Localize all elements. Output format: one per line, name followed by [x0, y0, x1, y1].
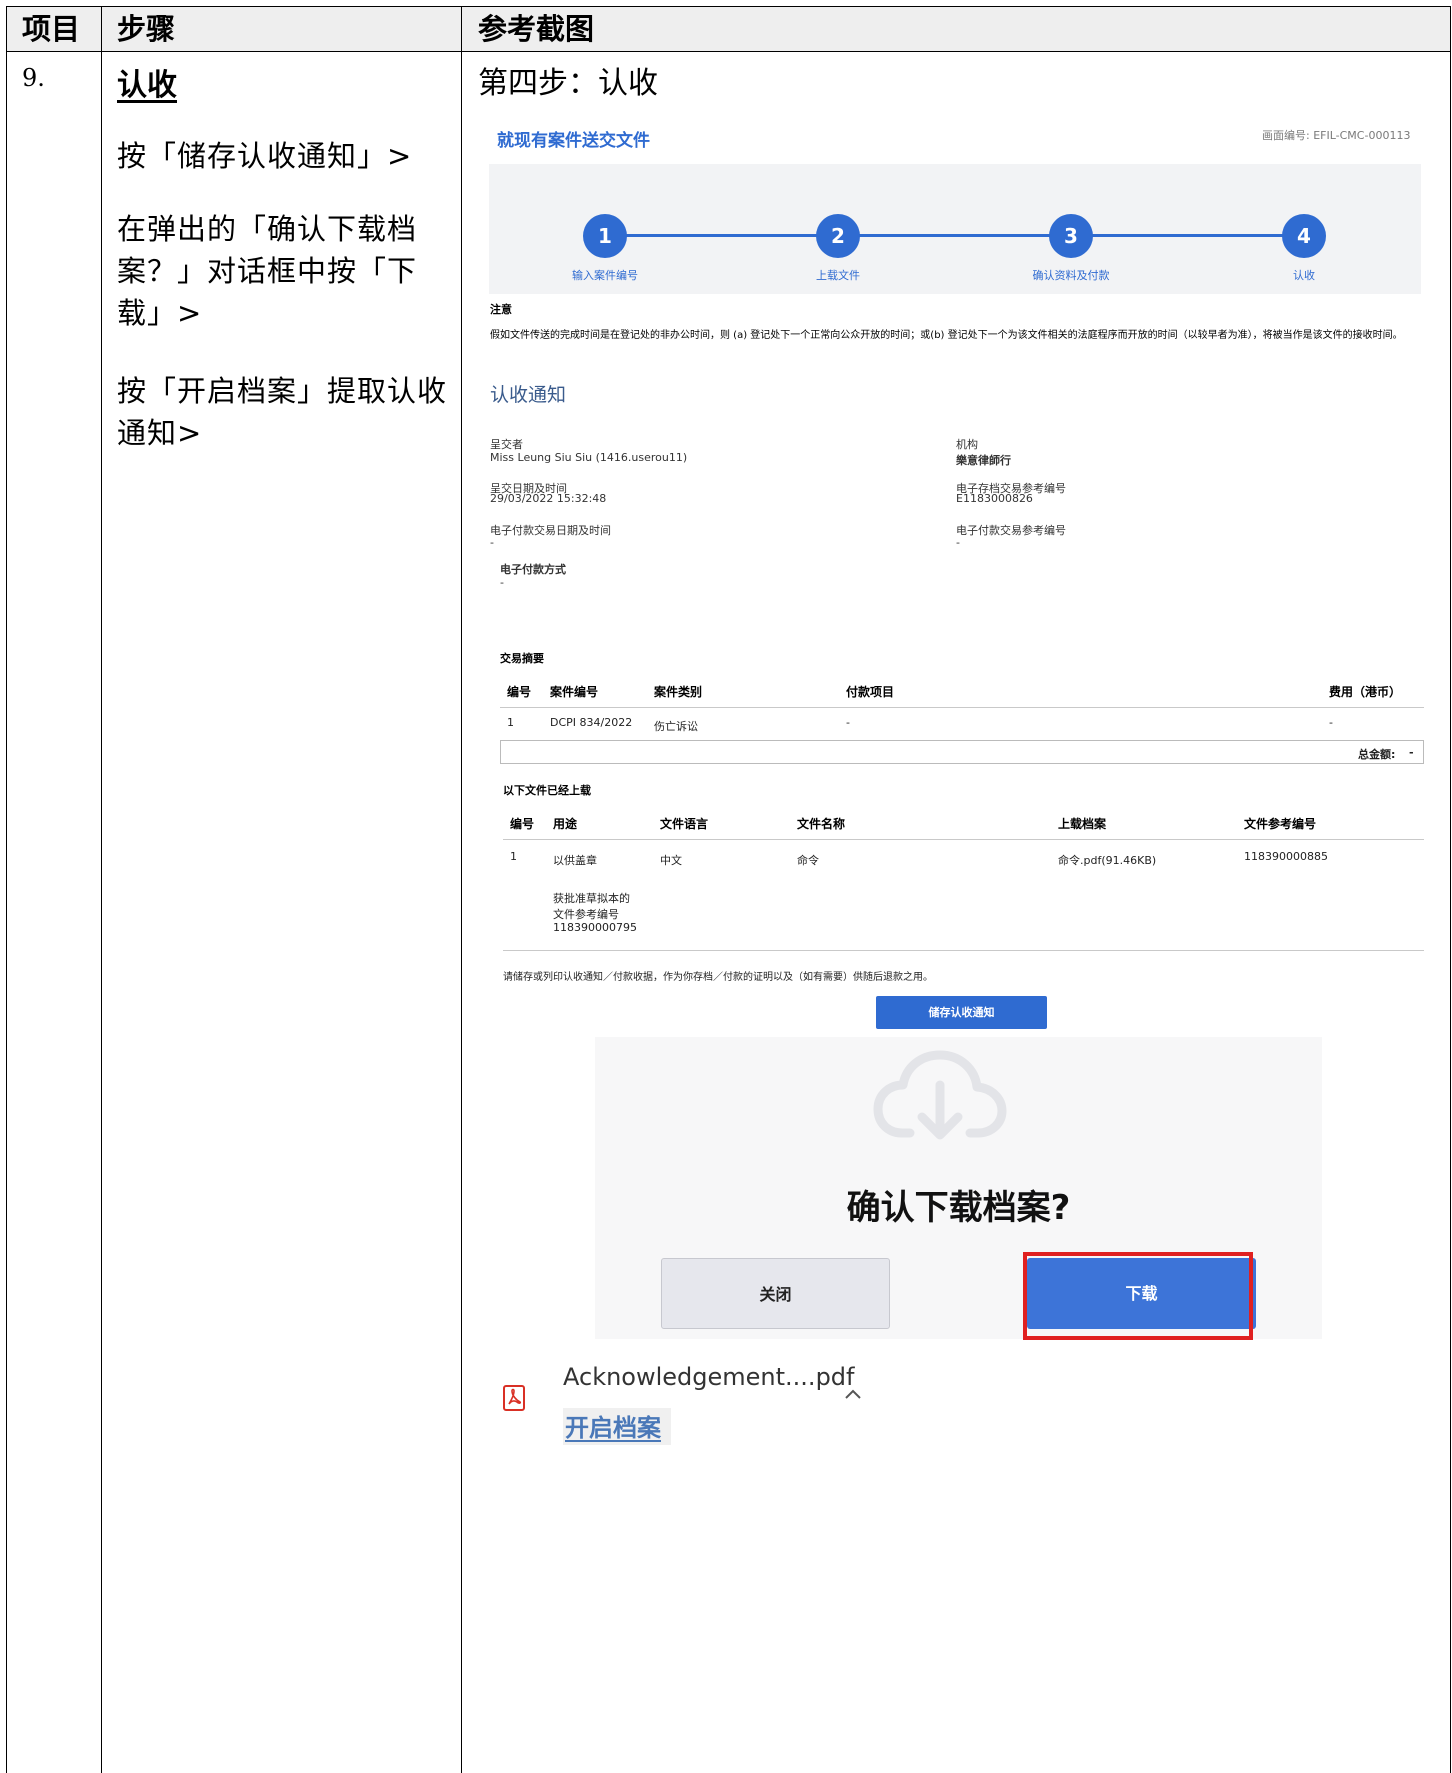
stepper-line [605, 234, 1305, 237]
step-circle-3: 3 [1049, 214, 1093, 258]
upload-col-no: 编号 [510, 817, 535, 831]
header-screenshot: 参考截图 [478, 12, 595, 46]
chevron-up-icon[interactable] [843, 1387, 863, 1401]
epay-ref-value: - [956, 536, 960, 549]
summary-cell: 伤亡诉讼 [654, 720, 698, 733]
approved-ref-label: 文件参考编号 [553, 908, 619, 921]
save-ack-button[interactable]: 储存认收通知 [876, 996, 1047, 1029]
instruction-3: 按「开启档案」提取认收通知> [117, 374, 448, 450]
divider [503, 950, 1424, 951]
step-label-4: 认收 [1293, 269, 1315, 282]
submitter-label: 呈交者 [490, 438, 523, 451]
upload-col-name: 文件名称 [797, 817, 846, 831]
column-divider [461, 6, 462, 1773]
step-label-3: 确认资料及付款 [1032, 269, 1110, 282]
item-number: 9. [22, 64, 45, 92]
step-title: 认收 [117, 68, 177, 103]
org-value: 樂意律師行 [956, 454, 1011, 467]
upload-col-use: 用途 [553, 817, 578, 831]
open-file-link[interactable]: 开启档案 [563, 1408, 671, 1445]
header-step: 步骤 [117, 12, 176, 46]
total-label: 总金额: [1358, 748, 1396, 761]
step-label-1: 输入案件编号 [572, 269, 638, 282]
note-heading: 注意 [490, 303, 512, 316]
efile-ref-value: E1183000826 [956, 492, 1033, 505]
divider [500, 707, 1424, 708]
total-value: - [1409, 746, 1414, 759]
summary-cell: 1 [507, 716, 514, 729]
summary-col-item: 付款项目 [846, 685, 895, 699]
upload-cell: 1 [510, 850, 517, 863]
header-item: 项目 [22, 12, 81, 46]
epay-method-value: - [500, 576, 504, 589]
summary-cell: DCPI 834/2022 [550, 716, 633, 729]
total-box [500, 740, 1424, 764]
uploaded-heading: 以下文件已经上载 [503, 784, 591, 797]
summary-col-case: 案件编号 [550, 685, 599, 699]
upload-cell: 命令.pdf(91.46KB) [1058, 854, 1157, 867]
epay-date-label: 电子付款交易日期及时间 [490, 524, 611, 537]
instruction-2: 在弹出的「确认下载档案？」对话框中按「下载」> [117, 212, 418, 330]
note-text: 假如文件传送的完成时间是在登记处的非办公时间，则 (a) 登记处下一个正常向公众… [490, 330, 1403, 341]
summary-col-type: 案件类别 [654, 685, 703, 699]
summary-cell: - [1329, 716, 1333, 729]
column-divider [101, 6, 102, 1773]
dialog-title: 确认下载档案? [846, 1188, 1071, 1228]
summary-col-no: 编号 [507, 685, 532, 699]
epay-method-label: 电子付款方式 [500, 563, 566, 576]
submitter-value: Miss Leung Siu Siu (1416.userou11) [490, 451, 688, 464]
instruction-1: 按「储存认收通知」> [117, 139, 413, 173]
summary-heading: 交易摘要 [500, 652, 544, 665]
upload-cell: 命令 [797, 854, 819, 867]
upload-cell: 中文 [660, 854, 682, 867]
download-file-name: Acknowledgement....pdf [563, 1363, 855, 1391]
screen-title: 就现有案件送交文件 [497, 131, 650, 151]
summary-col-fee: 费用（港币） [1329, 685, 1402, 699]
upload-cell: 118390000885 [1244, 850, 1328, 863]
upload-cell: 以供盖章 [553, 854, 597, 867]
close-button[interactable]: 关闭 [661, 1258, 890, 1329]
epay-ref-label: 电子付款交易参考编号 [956, 524, 1066, 537]
reference-title: 第四步：认收 [478, 66, 658, 101]
progress-stepper: 1 2 3 4 输入案件编号 上载文件 确认资料及付款 认收 [489, 164, 1421, 294]
org-label: 机构 [956, 438, 978, 451]
date-value: 29/03/2022 15:32:48 [490, 492, 607, 505]
step-circle-4: 4 [1282, 214, 1326, 258]
upload-col-lang: 文件语言 [660, 817, 709, 831]
highlight-box [1023, 1252, 1253, 1340]
divider [503, 839, 1424, 840]
approved-draft-label: 获批准草拟本的 [553, 892, 630, 905]
epay-date-value: - [490, 536, 494, 549]
ack-heading: 认收通知 [490, 384, 567, 406]
screen-code: 画面编号: EFIL-CMC-000113 [1262, 129, 1411, 142]
step-circle-1: 1 [583, 214, 627, 258]
summary-cell: - [846, 716, 850, 729]
upload-col-ref: 文件参考编号 [1244, 817, 1317, 831]
pdf-file-icon [503, 1385, 525, 1411]
step-circle-2: 2 [816, 214, 860, 258]
step-label-2: 上载文件 [816, 269, 860, 282]
approved-ref-value: 118390000795 [553, 921, 637, 934]
cloud-download-icon [873, 1050, 1007, 1140]
save-hint: 请储存或列印认收通知／付款收据，作为你存档／付款的证明以及（如有需要）供随后退款… [503, 972, 933, 983]
upload-col-file: 上载档案 [1058, 817, 1107, 831]
